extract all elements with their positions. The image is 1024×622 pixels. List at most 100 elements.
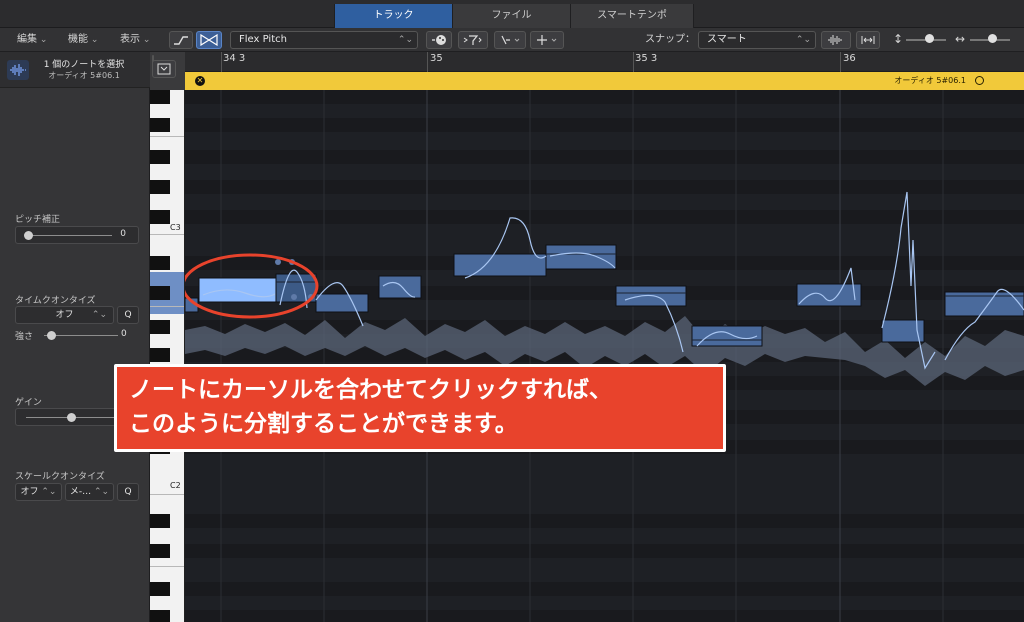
region-close-icon[interactable]: ✕: [195, 76, 205, 86]
pitch-correction-slider[interactable]: 0: [15, 226, 139, 244]
time-quantize-q-button[interactable]: Q: [117, 306, 139, 324]
scale-quantize-mode: オフ: [20, 487, 39, 497]
flex-mode-value: Flex Pitch: [239, 34, 287, 45]
note: [378, 275, 422, 299]
selection-header: 1 個のノートを選択 オーディオ 5#06.1: [0, 52, 154, 88]
flex-pitch-editor[interactable]: [185, 90, 1024, 622]
pointer-tool-button[interactable]: [494, 31, 526, 49]
view-tab-bar: トラック ファイル スマートテンポ: [0, 0, 1024, 28]
black-key[interactable]: [150, 348, 170, 362]
region-title: オーディオ 5#06.1: [894, 76, 966, 85]
annotation-line-1: ノートにカーソルを合わせてクリックすれば、: [129, 377, 612, 403]
vertical-zoom-knob[interactable]: [925, 34, 934, 43]
waveform-icon: [828, 35, 842, 45]
key-divider: [150, 234, 184, 235]
waveform-zoom-button[interactable]: [821, 31, 851, 49]
audio-region-header[interactable]: ✕ オーディオ 5#06.1: [185, 72, 1024, 90]
bar-number: 36: [843, 53, 856, 64]
tab-file[interactable]: ファイル: [452, 4, 570, 28]
bar-tick: [633, 52, 634, 72]
pitch-correction-track: [26, 235, 112, 236]
annotation-line-2: このように分割することができます。: [129, 411, 518, 437]
black-key[interactable]: [150, 514, 170, 528]
pointer-tool-icon: [501, 35, 520, 45]
note-selected-left: [198, 277, 277, 303]
flex-mode-button[interactable]: [196, 31, 222, 49]
secondary-tool-button[interactable]: [530, 31, 564, 49]
black-key[interactable]: [150, 544, 170, 558]
tab-track[interactable]: トラック: [334, 4, 452, 28]
vertical-zoom-icon: ↕: [893, 32, 904, 46]
black-key[interactable]: [150, 582, 170, 596]
pitch-correction-knob[interactable]: [24, 231, 33, 240]
edit-menu[interactable]: 編集: [17, 32, 47, 48]
key-divider: [150, 494, 184, 495]
audio-waveform-icon: [7, 60, 29, 80]
crosshair-icon: [537, 35, 557, 45]
tab-smart-tempo[interactable]: スマートテンポ: [570, 4, 694, 28]
fit-width-button[interactable]: [856, 31, 880, 49]
gain-label: ゲイン: [15, 398, 42, 408]
functions-menu[interactable]: 機能: [68, 32, 98, 48]
black-key[interactable]: [150, 180, 170, 194]
view-menu[interactable]: 表示: [120, 32, 150, 48]
snap-select[interactable]: スマート ⌃⌄: [698, 31, 816, 49]
note: [796, 283, 862, 307]
selection-title: 1 個のノートを選択: [43, 60, 125, 70]
horizontal-zoom-icon: ↔: [955, 32, 966, 46]
black-key[interactable]: [150, 286, 170, 300]
selection-subtitle: オーディオ 5#06.1: [48, 71, 120, 80]
time-quantize-value: オフ: [55, 310, 74, 320]
strength-value: 0: [121, 329, 127, 339]
scale-quantize-mode-select[interactable]: オフ ⌃⌄: [15, 483, 62, 501]
scale-value: メ-…: [69, 487, 92, 497]
time-quantize-select[interactable]: オフ ⌃⌄: [15, 306, 114, 324]
palette-icon: [432, 35, 446, 45]
flex-mode-select[interactable]: Flex Pitch ⌃⌄: [230, 31, 418, 49]
gain-knob[interactable]: [67, 413, 77, 422]
bar-tick: [840, 52, 841, 72]
black-key[interactable]: [150, 210, 170, 224]
updown-chevron-icon: ⌃⌄: [91, 310, 107, 320]
bar-number: 35 3: [635, 53, 658, 64]
snap-value: スマート: [707, 34, 747, 45]
black-key[interactable]: [150, 90, 170, 104]
expand-region-button[interactable]: [152, 60, 176, 78]
pitch-grid[interactable]: [185, 90, 1024, 622]
black-key[interactable]: [150, 610, 170, 622]
note: [453, 253, 547, 277]
updown-chevron-icon: ⌃⌄: [94, 487, 110, 497]
black-key[interactable]: [150, 150, 170, 164]
expand-horizontal-icon: [861, 36, 875, 44]
updown-chevron-icon: ⌃⌄: [397, 35, 413, 45]
note-handle: [275, 259, 281, 265]
octave-label: C2: [170, 481, 181, 490]
key-divider: [150, 566, 184, 567]
bar-number: 35: [430, 53, 443, 64]
black-key[interactable]: [150, 118, 170, 132]
horizontal-zoom-knob[interactable]: [988, 34, 997, 43]
bar-number: 34 3: [223, 53, 246, 64]
updown-chevron-icon: ⌃⌄: [795, 35, 811, 45]
black-key[interactable]: [150, 256, 170, 270]
note: [545, 244, 617, 270]
flex-icon: [200, 33, 218, 47]
scale-select[interactable]: メ-… ⌃⌄: [65, 483, 114, 501]
piano-keyboard[interactable]: C3 C2: [150, 90, 185, 622]
strength-knob[interactable]: [47, 331, 56, 340]
bar-tick: [427, 52, 428, 72]
filter-icon: [463, 35, 482, 45]
black-key[interactable]: [150, 320, 170, 334]
scale-quantize-q-button[interactable]: Q: [117, 483, 139, 501]
midi-in-button[interactable]: [426, 31, 452, 49]
pitch-correction-value: 0: [120, 229, 126, 239]
region-loop-icon[interactable]: [975, 76, 984, 85]
strength-label: 強さ: [15, 332, 34, 342]
expand-box-icon: [157, 63, 171, 75]
automation-curve-button[interactable]: [169, 31, 193, 49]
key-divider: [150, 136, 184, 137]
snap-label: スナップ：: [645, 34, 695, 45]
bar-tick: [221, 52, 222, 72]
catch-button[interactable]: [458, 31, 488, 49]
timeline-ruler[interactable]: 34 3 35 35 3 36: [185, 52, 1024, 72]
